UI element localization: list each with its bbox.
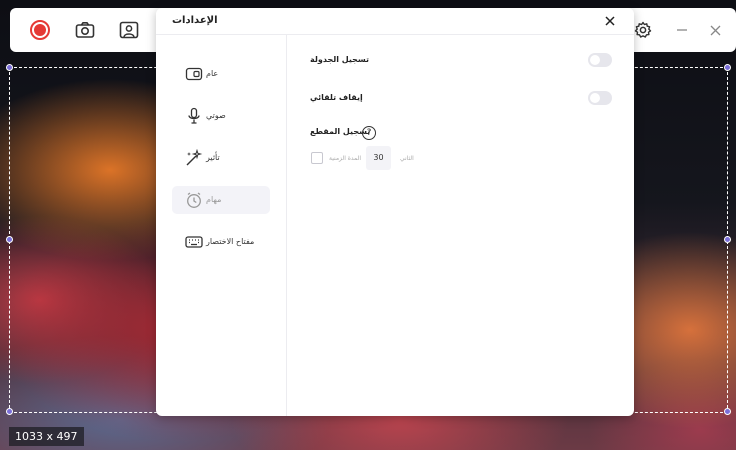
settings-sidebar: عام صوتي تأثير مهام مفتاح الاختصار [156, 35, 287, 416]
magic-wand-icon [186, 149, 203, 166]
nav-tasks[interactable]: مهام [172, 186, 270, 214]
record-button[interactable] [28, 18, 52, 42]
gear-icon [634, 21, 652, 38]
keyboard-icon [185, 236, 203, 248]
schedule-recording-label: تسجيل الجدولة [310, 55, 370, 64]
settings-content: تسجيل الجدولة إيقاف تلقائي تسجيل المقطع … [287, 35, 634, 416]
dialog-close-button[interactable] [602, 13, 618, 29]
settings-dialog: الإعدادات عام صوتي تأثير مهام مفتاح الاخ… [156, 8, 634, 416]
close-icon [710, 25, 720, 35]
dialog-title: الإعدادات [172, 15, 218, 26]
webcam-button[interactable] [117, 18, 141, 42]
resize-handle-bottom-left[interactable] [6, 408, 13, 415]
resize-handle-right[interactable] [724, 236, 731, 243]
settings-button[interactable] [631, 18, 655, 42]
record-icon [30, 20, 50, 40]
minimize-button[interactable] [670, 18, 694, 42]
video-icon [185, 67, 203, 81]
nav-label: مهام [206, 195, 222, 204]
close-app-button[interactable] [703, 18, 727, 42]
help-icon[interactable]: ? [362, 126, 376, 140]
microphone-icon [188, 107, 200, 124]
nav-label: تأثير [206, 153, 220, 162]
schedule-recording-toggle[interactable] [588, 53, 612, 67]
segment-recording-checkbox[interactable] [311, 152, 323, 164]
nav-label: صوتي [206, 111, 226, 120]
region-dimensions: 1033 x 497 [9, 427, 84, 446]
duration-unit: الثاني [400, 155, 414, 162]
resize-handle-top-left[interactable] [6, 64, 13, 71]
screenshot-button[interactable] [73, 18, 97, 42]
dialog-header: الإعدادات [156, 8, 634, 35]
camera-icon [75, 22, 95, 38]
resize-handle-top-right[interactable] [724, 64, 731, 71]
minimize-icon [677, 29, 687, 31]
auto-stop-label: إيقاف تلقائي [310, 93, 363, 102]
clock-icon [187, 192, 201, 208]
auto-stop-toggle[interactable] [588, 91, 612, 105]
close-icon [605, 16, 615, 26]
nav-label: مفتاح الاختصار [206, 237, 255, 246]
resize-handle-bottom-right[interactable] [724, 408, 731, 415]
nav-effects[interactable]: تأثير [172, 144, 270, 172]
duration-input[interactable]: 30 [366, 146, 391, 170]
duration-label: المدة الزمنية [329, 155, 362, 162]
resize-handle-left[interactable] [6, 236, 13, 243]
nav-general[interactable]: عام [172, 60, 270, 88]
nav-audio[interactable]: صوتي [172, 102, 270, 130]
webcam-icon [119, 21, 139, 39]
nav-shortcuts[interactable]: مفتاح الاختصار [172, 228, 270, 256]
nav-label: عام [206, 69, 219, 78]
